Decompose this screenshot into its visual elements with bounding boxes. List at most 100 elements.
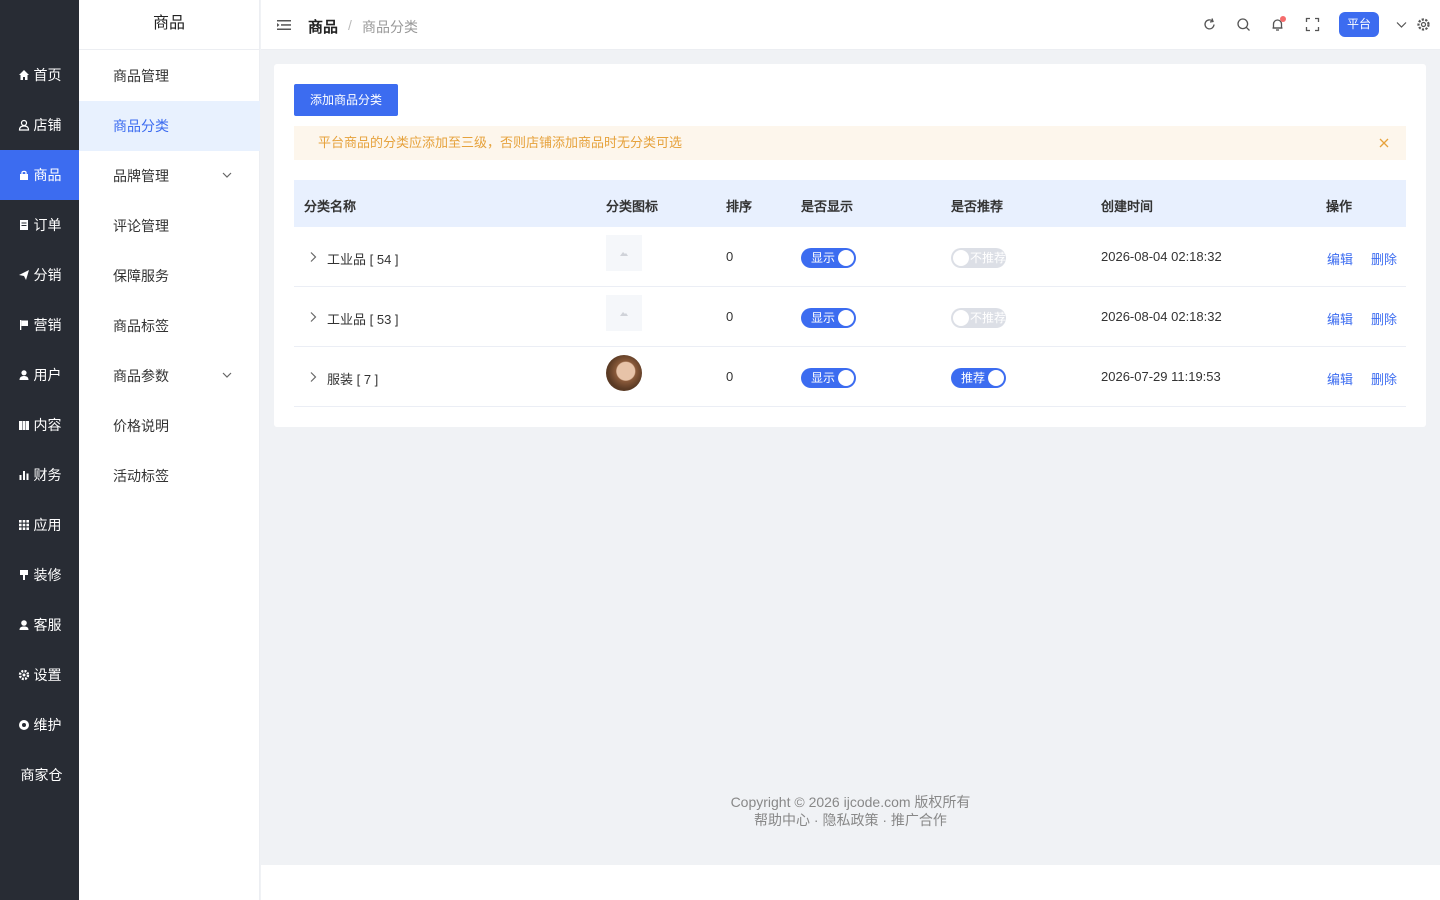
rail-item-orders[interactable]: 订单: [0, 200, 79, 250]
submenu-title: 商品: [79, 0, 259, 50]
rail-item-label: 内容: [33, 417, 62, 433]
add-category-button[interactable]: 添加商品分类: [294, 84, 398, 116]
breadcrumb-separator: /: [348, 17, 352, 33]
rail-item-label: 营销: [33, 317, 62, 333]
submenu-item-activity-tags[interactable]: 活动标签: [79, 451, 260, 501]
main-nav-rail: 首页 店铺 商品 订单 分销 营销 用户 内容 财务 应用 装修 客服 设置 维…: [0, 0, 79, 900]
edit-link[interactable]: 编辑: [1327, 249, 1353, 268]
chevron-down-icon[interactable]: [1394, 17, 1409, 32]
recommend-toggle[interactable]: 推荐: [951, 368, 1006, 388]
goods-submenu: 商品 商品管理 商品分类 品牌管理 评论管理 保障服务 商品标签 商品参数 价格…: [79, 0, 260, 900]
submenu-item-goods-tags[interactable]: 商品标签: [79, 301, 260, 351]
rail-item-distribution[interactable]: 分销: [0, 250, 79, 300]
warning-alert: 平台商品的分类应添加至三级，否则店铺添加商品时无分类可选: [294, 126, 1406, 160]
rail-item-label: 财务: [33, 467, 62, 483]
image-placeholder-icon: [606, 295, 642, 331]
submenu-item-label: 评论管理: [113, 218, 169, 234]
submenu-item-goods-management[interactable]: 商品管理: [79, 51, 260, 101]
submenu-item-label: 商品标签: [113, 318, 169, 334]
rail-item-home[interactable]: 首页: [0, 50, 79, 100]
toggle-label: 不推荐: [970, 311, 1007, 325]
headset-icon: [18, 619, 30, 631]
user-icon: [18, 369, 30, 381]
column-header: 分类名称: [304, 199, 357, 214]
grid-icon: [18, 519, 30, 531]
book-icon: [18, 419, 30, 431]
delete-link[interactable]: 删除: [1371, 309, 1397, 328]
settings-gear-icon[interactable]: [1416, 17, 1431, 32]
fullscreen-icon[interactable]: [1305, 17, 1320, 32]
submenu-item-label: 商品参数: [113, 368, 169, 384]
page-footer: Copyright © 2026 ijcode.com 版权所有 帮助中心 · …: [261, 793, 1440, 829]
rail-item-label: 首页: [33, 67, 62, 83]
rail-item-label: 应用: [33, 517, 62, 533]
category-table: 分类名称 分类图标 排序 是否显示 是否推荐 创建时间 操作 工业品 [ 54 …: [294, 180, 1406, 407]
rail-item-label: 装修: [33, 567, 62, 583]
rail-item-users[interactable]: 用户: [0, 350, 79, 400]
submenu-item-goods-params[interactable]: 商品参数: [79, 351, 260, 401]
chevron-right-icon[interactable]: [308, 251, 318, 263]
search-icon[interactable]: [1236, 17, 1251, 32]
edit-link[interactable]: 编辑: [1327, 309, 1353, 328]
show-toggle[interactable]: 显示: [801, 368, 856, 388]
rail-item-label: 商家仓: [20, 767, 63, 783]
rail-item-settings[interactable]: 设置: [0, 650, 79, 700]
rail-item-finance[interactable]: 财务: [0, 450, 79, 500]
rail-item-maintenance[interactable]: 维护: [0, 700, 79, 750]
show-toggle[interactable]: 显示: [801, 248, 856, 268]
chevron-right-icon[interactable]: [308, 311, 318, 323]
copyright-text: Copyright © 2026 ijcode.com 版权所有: [730, 794, 971, 810]
rail-item-goods[interactable]: 商品: [0, 150, 79, 200]
refresh-icon[interactable]: [1202, 17, 1217, 32]
rail-item-decoration[interactable]: 装修: [0, 550, 79, 600]
rail-item-shop[interactable]: 店铺: [0, 100, 79, 150]
sort-value: 0: [726, 309, 734, 324]
rail-item-merchant-warehouse[interactable]: 商家仓: [0, 750, 79, 800]
user-outline-icon: [18, 119, 30, 131]
created-time: 2026-08-04 02:18:32: [1101, 309, 1222, 324]
column-header: 是否推荐: [951, 199, 1004, 214]
table-row: 工业品 [ 53 ] 0 显示 不推荐 2026-08-04 02:18:32 …: [294, 287, 1406, 347]
toggle-knob: [988, 370, 1004, 386]
menu-fold-icon[interactable]: [277, 18, 291, 32]
close-icon[interactable]: [1378, 137, 1390, 149]
breadcrumb-main[interactable]: 商品: [308, 16, 338, 37]
document-icon: [18, 219, 30, 231]
lock-bag-icon: [18, 169, 30, 181]
submenu-item-review-management[interactable]: 评论管理: [79, 201, 260, 251]
column-header: 是否显示: [801, 199, 854, 214]
flag-icon: [18, 319, 30, 331]
rail-item-marketing[interactable]: 营销: [0, 300, 79, 350]
toggle-knob: [838, 310, 854, 326]
recommend-toggle[interactable]: 不推荐: [951, 308, 1006, 328]
rail-item-service[interactable]: 客服: [0, 600, 79, 650]
notification-dot: [1280, 16, 1286, 22]
footer-links-text[interactable]: 帮助中心 · 隐私政策 · 推广合作: [754, 812, 947, 828]
rail-item-label: 客服: [33, 617, 62, 633]
rail-item-label: 订单: [33, 217, 62, 233]
platform-switch-button[interactable]: 平台: [1339, 12, 1379, 37]
submenu-item-goods-category[interactable]: 商品分类: [79, 101, 260, 151]
rail-item-apps[interactable]: 应用: [0, 500, 79, 550]
brush-icon: [18, 569, 30, 581]
column-header: 操作: [1326, 199, 1353, 214]
recommend-toggle[interactable]: 不推荐: [951, 248, 1006, 268]
edit-link[interactable]: 编辑: [1327, 369, 1353, 388]
sort-value: 0: [726, 369, 734, 384]
show-toggle[interactable]: 显示: [801, 308, 856, 328]
rail-item-content[interactable]: 内容: [0, 400, 79, 450]
chevron-right-icon[interactable]: [308, 371, 318, 383]
submenu-item-label: 价格说明: [113, 418, 169, 434]
submenu-item-guarantee-service[interactable]: 保障服务: [79, 251, 260, 301]
delete-link[interactable]: 删除: [1371, 369, 1397, 388]
rail-item-label: 用户: [33, 367, 62, 383]
bell-icon[interactable]: [1270, 16, 1286, 32]
gear-icon: [18, 669, 30, 681]
submenu-item-price-note[interactable]: 价格说明: [79, 401, 260, 451]
bottom-bar: [261, 865, 1440, 900]
submenu-item-brand-management[interactable]: 品牌管理: [79, 151, 260, 201]
footer-links[interactable]: 帮助中心 · 隐私政策 · 推广合作: [261, 811, 1440, 829]
category-icon-image: [606, 355, 642, 391]
delete-link[interactable]: 删除: [1371, 249, 1397, 268]
tool-icon: [18, 719, 30, 731]
